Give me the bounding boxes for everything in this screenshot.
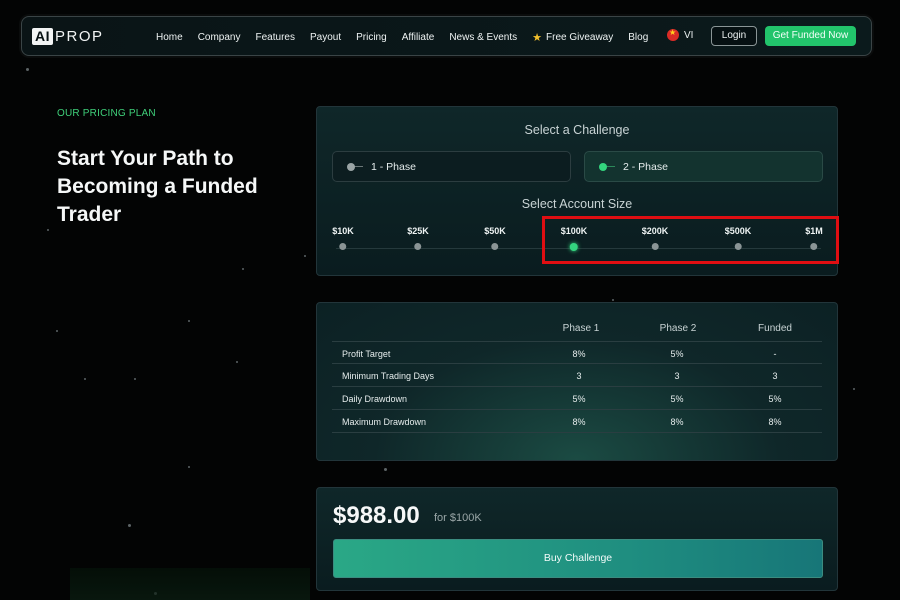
size-dot [414,243,422,250]
star-dot [236,361,238,363]
table-row: Profit Target 8% 5% - [332,341,822,364]
get-funded-now-button[interactable]: Get Funded Now [765,26,856,46]
cell-phase-1: 3 [576,371,582,381]
size-label: $25K [407,226,429,236]
language-code: VI [684,29,694,41]
select-account-size-title: Select Account Size [521,197,633,211]
cell-phase-1: 5% [572,394,586,404]
cell-phase-2: 5% [670,394,684,404]
cell-phase-2: 8% [670,417,684,427]
nav-link-free-giveaway-label: Free Giveaway [546,31,614,43]
star-dot [242,268,244,270]
row-label: Daily Drawdown [342,394,408,404]
phase-2-label: 2 - Phase [623,160,668,173]
row-label: Minimum Trading Days [342,371,435,381]
price-panel: $988.00 for $100K Buy Challenge [316,487,838,591]
size-option-50k[interactable]: $50K [484,226,506,250]
column-header-phase-1: Phase 1 [562,323,600,334]
size-option-25k[interactable]: $25K [407,226,429,250]
toggle-icon [599,162,615,171]
column-header-phase-2: Phase 2 [659,323,697,334]
nav-link-blog[interactable]: Blog [628,32,648,43]
toggle-icon [347,162,363,171]
phase-1-option[interactable]: 1 - Phase [332,151,571,182]
logo-text: PROP [55,28,104,45]
nav-link-free-giveaway[interactable]: ★ Free Giveaway [532,31,613,44]
cell-phase-1: 8% [572,349,586,359]
price-account-size: for $100K [434,512,482,524]
column-header-funded: Funded [758,323,792,334]
table-row: Maximum Drawdown 8% 8% 8% [332,410,822,433]
logo-mark: AI [32,28,53,45]
star-dot [188,466,190,468]
phase-1-label: 1 - Phase [371,160,416,173]
row-label: Profit Target [342,349,391,359]
star-dot [134,378,136,380]
cell-funded: 8% [768,417,782,427]
cell-funded: 3 [772,371,778,381]
cell-phase-1: 8% [572,417,586,427]
star-dot [188,320,190,322]
login-button[interactable]: Login [711,26,757,46]
star-dot [56,330,58,332]
brand-logo[interactable]: AI PROP [32,28,104,45]
size-dot [339,243,347,250]
size-label: $50K [484,226,506,236]
nav-link-company[interactable]: Company [198,32,241,43]
table-row: Daily Drawdown 5% 5% 5% [332,387,822,410]
nav-links: Home Company Features Payout Pricing Aff… [156,17,663,57]
size-label: $10K [332,226,354,236]
challenge-rules-table: Phase 1 Phase 2 Funded Profit Target 8% … [316,302,838,461]
star-dot [304,255,306,257]
language-selector[interactable]: VI [667,28,694,41]
nav-link-features[interactable]: Features [256,32,295,43]
cell-phase-2: 3 [674,371,680,381]
annotation-highlight-box [542,216,839,264]
hero-title: Start Your Path to Becoming a Funded Tra… [57,147,258,226]
star-dot [26,68,29,71]
nav-link-home[interactable]: Home [156,32,183,43]
size-option-10k[interactable]: $10K [332,226,354,250]
star-dot [84,378,86,380]
section-eyebrow: OUR PRICING PLAN [57,108,156,119]
star-dot [384,468,387,471]
size-dot [491,243,499,250]
select-challenge-title: Select a Challenge [524,123,630,137]
nav-link-affiliate[interactable]: Affiliate [402,32,435,43]
star-dot [853,388,855,390]
cell-funded: 5% [768,394,782,404]
nav-link-pricing[interactable]: Pricing [356,32,387,43]
cell-funded: - [773,349,777,359]
buy-challenge-button[interactable]: Buy Challenge [333,539,823,578]
star-icon: ★ [532,31,542,44]
nav-link-payout[interactable]: Payout [310,32,341,43]
phase-2-option[interactable]: 2 - Phase [584,151,823,182]
price-value: $988.00 [333,502,420,529]
star-dot [612,299,614,301]
star-dot [128,524,131,527]
background-glow [70,568,310,600]
nav-link-news-events[interactable]: News & Events [449,32,517,43]
vietnam-flag-icon [667,28,679,41]
row-label: Maximum Drawdown [342,417,427,427]
table-row: Minimum Trading Days 3 3 3 [332,364,822,387]
top-navbar: AI PROP Home Company Features Payout Pri… [21,16,872,56]
cell-phase-2: 5% [670,349,684,359]
star-dot [47,229,49,231]
